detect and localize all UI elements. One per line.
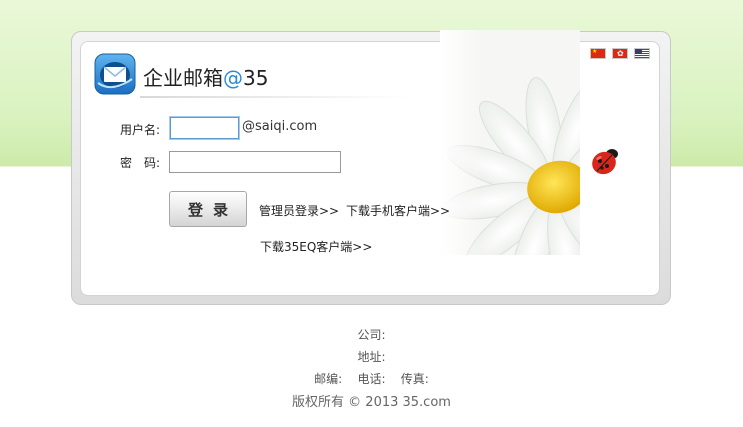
brand-divider: [140, 96, 410, 98]
china-flag-icon[interactable]: [590, 48, 606, 59]
footer-address: 地址:: [357, 350, 386, 364]
username-input[interactable]: [170, 117, 239, 139]
mobile-client-download-link[interactable]: 下载手机客户端>>: [346, 202, 450, 219]
us-flag-icon[interactable]: [634, 48, 650, 59]
username-label: 用户名:: [120, 123, 161, 137]
eq-client-download-link[interactable]: 下载35EQ客户端>>: [260, 238, 372, 255]
daisy-illustration: [440, 30, 580, 255]
brand-at: @: [223, 66, 243, 90]
password-input[interactable]: [169, 151, 341, 173]
password-label: 密 码:: [120, 156, 161, 170]
hong-kong-flag-icon[interactable]: [612, 48, 628, 59]
ladybug-illustration: [592, 149, 618, 175]
footer-contact: 邮编: 电话: 传真:: [314, 372, 429, 386]
footer-copyright: 版权所有 © 2013 35.com: [292, 395, 451, 410]
brand-number: 35: [243, 66, 269, 90]
mail-logo-icon: [94, 53, 136, 95]
login-button[interactable]: 登录: [169, 191, 247, 227]
admin-login-link[interactable]: 管理员登录>>: [259, 202, 339, 219]
brand-name: 企业邮箱: [143, 66, 223, 90]
footer-company: 公司:: [357, 328, 386, 342]
brand-title: 企业邮箱@35: [143, 62, 268, 91]
domain-suffix: @saiqi.com: [242, 119, 318, 134]
language-switcher: [590, 48, 650, 59]
